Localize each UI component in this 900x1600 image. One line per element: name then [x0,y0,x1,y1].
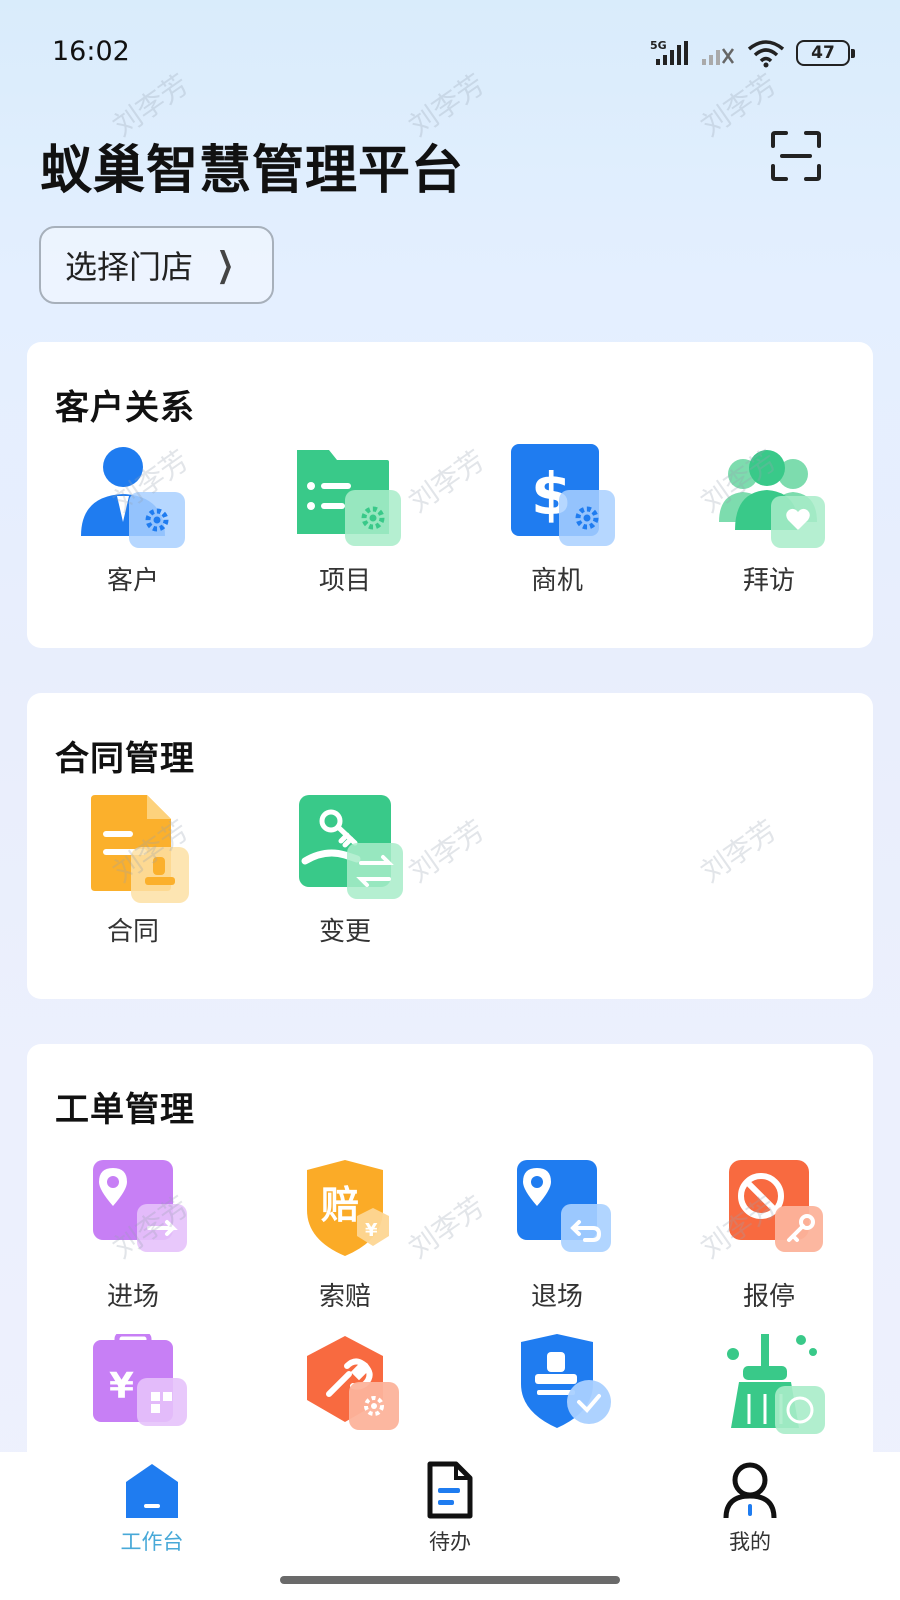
svg-text:¥: ¥ [365,1220,378,1241]
grid-item-fee[interactable]: ¥ [27,1331,239,1444]
grid-item-opportunity[interactable]: $ 商机 [451,444,663,597]
grid-item-report-stop[interactable]: 报停 [663,1160,875,1313]
project-folder-icon [297,450,401,546]
grid-item-label: 合同 [106,917,159,947]
grid-item-seal[interactable] [451,1334,663,1444]
signal-5g-icon: 5G [650,39,688,65]
opportunity-dollar-icon: $ [511,444,615,546]
grid-item-label: 退场 [530,1282,583,1312]
grid-item-project[interactable]: 项目 [239,444,451,597]
grid-item-enter-site[interactable]: 进场 [27,1160,239,1313]
nav-tab-label: 工作台 [120,1530,184,1554]
visit-people-icon [719,450,825,548]
status-icons: 5G 47 [650,38,855,68]
grid-item-claim[interactable]: 赔 ¥ 索赔 [239,1160,451,1313]
grid-item-label: 拜访 [742,566,795,596]
section-customer-relations: 客户关系 客户 项目 $ 商机 拜访 [27,342,873,648]
grid-item-label: 变更 [318,917,371,947]
nav-tab-todo[interactable]: 待办 [370,1460,530,1556]
signal-none-icon [702,48,735,65]
section-title: 工单管理 [55,1090,195,1130]
grid-item-change[interactable]: 变更 [239,795,451,948]
nav-tab-label: 我的 [729,1530,771,1554]
report-stop-icon [729,1160,823,1252]
status-time: 16:02 [52,36,130,67]
grid-item-visit[interactable]: 拜访 [663,444,875,597]
section-contract-management: 合同管理 合同 变更 [27,693,873,999]
svg-text:5G: 5G [650,39,667,52]
grid-item-contract[interactable]: 合同 [27,795,239,948]
cleaning-broom-icon [727,1330,825,1434]
profile-person-icon [723,1462,777,1519]
seal-shield-icon [521,1334,611,1428]
wifi-icon [747,40,785,68]
change-key-icon [299,795,403,899]
grid-item-label: 报停 [742,1282,795,1312]
nav-tab-profile[interactable]: 我的 [670,1460,830,1556]
grid-item-repair[interactable] [239,1334,451,1444]
page-title: 蚁巢智慧管理平台 [40,141,465,201]
grid-item-label: 进场 [106,1282,159,1312]
chevron-right-icon: ❯ [216,245,234,285]
grid-item-label: 项目 [318,566,371,596]
section-title: 合同管理 [55,739,195,779]
status-bar: 16:02 5G 47 [0,0,900,100]
nav-tab-workbench[interactable]: 工作台 [72,1460,232,1556]
workbench-home-icon [126,1464,178,1518]
grid-item-cleaning[interactable] [663,1330,875,1444]
store-selector-button[interactable]: 选择门店 ❯ [39,226,274,304]
customer-icon [81,447,185,548]
grid-item-label: 索赔 [318,1282,371,1312]
todo-document-icon [427,1461,473,1519]
nav-tab-label: 待办 [429,1530,471,1554]
enter-site-icon [93,1160,187,1252]
section-work-order-management: 工单管理 进场 赔 ¥ 索赔 退场 报停 ¥ [27,1044,873,1464]
battery-indicator: 47 [796,40,855,66]
grid-item-exit-site[interactable]: 退场 [451,1160,663,1313]
scan-icon[interactable] [770,130,822,182]
store-selector-label: 选择门店 [65,248,194,286]
home-indicator[interactable] [280,1576,620,1584]
contract-icon [91,795,189,903]
exit-site-icon [517,1160,611,1252]
grid-item-label: 商机 [530,566,583,596]
grid-item-label: 客户 [106,566,159,596]
fee-clipboard-icon: ¥ [93,1331,187,1426]
svg-text:赔: 赔 [321,1183,359,1227]
svg-text:¥: ¥ [109,1366,134,1407]
grid-item-customer[interactable]: 客户 [27,444,239,597]
repair-wrench-icon [307,1336,399,1430]
section-title: 客户关系 [55,388,195,428]
claim-shield-icon: 赔 ¥ [307,1160,389,1256]
